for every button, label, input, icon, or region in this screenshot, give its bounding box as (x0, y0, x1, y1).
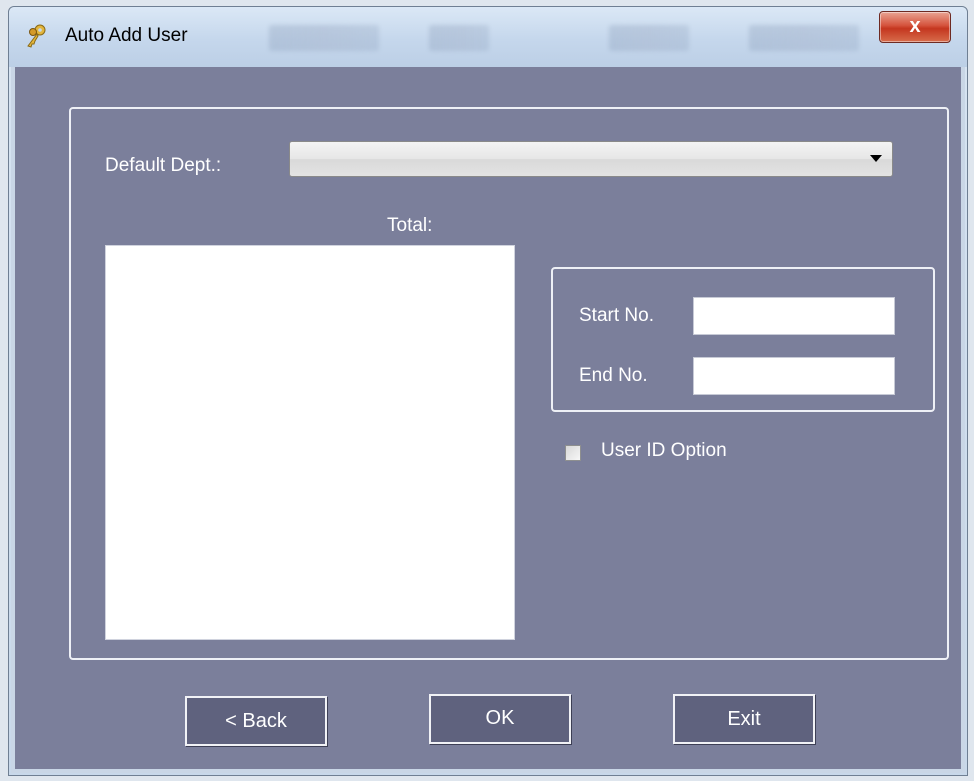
start-no-field[interactable] (693, 297, 895, 335)
background-window-blur (269, 25, 379, 51)
end-no-field[interactable] (693, 357, 895, 395)
user-id-option-label[interactable]: User ID Option (601, 440, 727, 462)
dialog-client-area: Default Dept.: Total: Start No. End No. … (11, 67, 965, 773)
user-id-option-checkbox[interactable] (565, 445, 581, 461)
close-button[interactable]: x (879, 11, 951, 43)
ok-button-label: OK (485, 707, 515, 729)
back-button[interactable]: < Back (185, 696, 327, 746)
default-dept-dropdown[interactable] (289, 141, 893, 177)
background-window-blur (429, 25, 489, 51)
start-no-label: Start No. (579, 305, 654, 326)
background-window-blur (749, 25, 859, 51)
back-button-label: < Back (225, 710, 287, 732)
window-title: Auto Add User (65, 25, 188, 46)
ok-button[interactable]: OK (429, 694, 571, 744)
title-bar[interactable]: Auto Add User x (9, 7, 967, 67)
background-window-blur (609, 25, 689, 51)
default-dept-label: Default Dept.: (105, 155, 222, 176)
total-label: Total: (387, 215, 433, 236)
auto-add-user-window: Auto Add User x Default Dept.: Total: St… (8, 6, 968, 776)
keys-icon (23, 23, 49, 49)
user-listbox[interactable] (105, 245, 515, 640)
exit-button-label: Exit (727, 708, 761, 730)
exit-button[interactable]: Exit (673, 694, 815, 744)
close-icon: x (909, 15, 921, 37)
end-no-label: End No. (579, 365, 648, 386)
chevron-down-icon (870, 155, 882, 162)
